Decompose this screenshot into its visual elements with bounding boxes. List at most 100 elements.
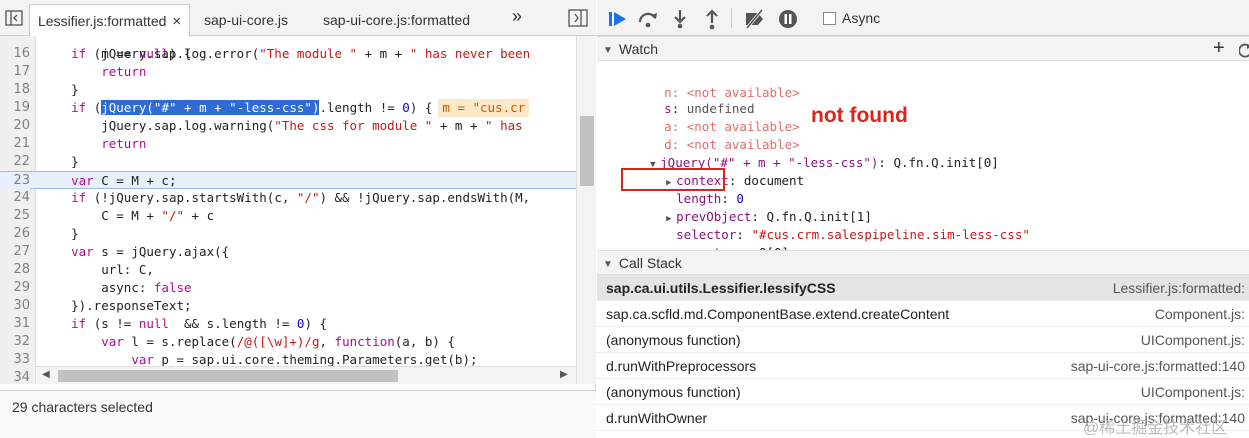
not-found-annotation: not found	[811, 104, 908, 127]
resume-icon[interactable]	[607, 8, 629, 30]
code-line: 26 }	[0, 225, 576, 243]
code-text: if (s != null && s.length != 0) {	[71, 316, 328, 331]
line-number[interactable]: 20	[0, 117, 30, 135]
checkbox-box[interactable]	[823, 12, 836, 25]
line-number[interactable]: 22	[0, 153, 30, 171]
line-number[interactable]: 23	[0, 172, 30, 190]
line-number[interactable]: 32	[0, 333, 30, 351]
frame-location[interactable]: Lessifier.js:formatted:	[1113, 275, 1245, 301]
call-frame[interactable]: d.runWithPreprocessors sap-ui-core.js:for…	[597, 353, 1249, 379]
tab-sap-ui-core[interactable]: sap-ui-core.js	[196, 4, 296, 36]
add-watch-icon[interactable]: +	[1213, 36, 1225, 60]
deactivate-breakpoints-icon[interactable]	[743, 8, 765, 30]
watch-item[interactable]: d: <not available>	[619, 118, 799, 152]
frame-location[interactable]: sap-ui-core.js:formatted:140	[1071, 353, 1245, 379]
frame-function: (anonymous function)	[606, 384, 741, 400]
watch-expression[interactable]: ▼ jQuery("#" + m + "-less-css"): Q.fn.Q.i…	[605, 136, 999, 170]
toolbar-divider	[731, 8, 732, 28]
tab-sap-ui-core-formatted[interactable]: sap-ui-core.js:formatted	[315, 4, 478, 36]
line-number[interactable]: 16	[0, 45, 30, 63]
watch-prop[interactable]: selector: "#cus.crm.salespipeline.sim-le…	[631, 208, 1030, 242]
code-text: async: false	[41, 280, 192, 295]
code-line: 21 return	[0, 135, 576, 153]
line-number[interactable]: 33	[0, 351, 30, 369]
code-line: 20 jQuery.sap.log.warning("The css for m…	[0, 117, 576, 135]
watch-title: Watch	[618, 41, 659, 57]
editor-tabbar: Lessifier.js:formatted × sap-ui-core.js s…	[0, 0, 596, 37]
code-line: 24 if (!jQuery.sap.startsWith(c, "/") &&…	[0, 189, 576, 207]
status-bar: 29 characters selected	[0, 390, 596, 438]
tab-label: sap-ui-core.js	[204, 12, 289, 28]
code-line: 23 var C = M + c;	[0, 171, 576, 190]
collapse-triangle-icon[interactable]: ▼	[603, 39, 613, 63]
code-line: 18 }	[0, 81, 576, 99]
tab-lessifier-formatted[interactable]: Lessifier.js:formatted ×	[29, 4, 191, 37]
step-into-icon[interactable]	[669, 8, 691, 30]
step-over-icon[interactable]	[637, 8, 659, 30]
pause-on-exceptions-icon[interactable]	[777, 8, 799, 30]
code-line: 19 if (jQuery("#" + m + "-less-css").len…	[0, 99, 576, 117]
watch-item[interactable]: a: <not available>	[619, 100, 799, 134]
prop-value: "#cus.crm.salespipeline.sim-less-css"	[751, 227, 1030, 242]
tab-label: sap-ui-core.js:formatted	[323, 12, 471, 28]
selection-status: 29 characters selected	[12, 399, 153, 415]
code-line: 31 if (s != null && s.length != 0) {	[0, 315, 576, 333]
call-frame[interactable]: (anonymous function) UIComponent.js:	[597, 327, 1249, 353]
toggle-navigator-icon[interactable]	[4, 8, 24, 28]
more-tabs-icon[interactable]: »	[512, 6, 522, 27]
tab-label: Lessifier.js:formatted	[38, 13, 167, 29]
frame-location[interactable]: Component.js:	[1155, 301, 1245, 327]
toggle-debugger-icon[interactable]	[568, 9, 588, 27]
async-checkbox[interactable]: Async	[823, 10, 880, 26]
line-number[interactable]: 26	[0, 225, 30, 243]
line-number[interactable]: 24	[0, 189, 30, 207]
code-text: url: C,	[41, 262, 154, 277]
horizontal-scrollbar[interactable]: ◀ ▶	[36, 366, 576, 384]
code-line: 22 }	[0, 153, 576, 171]
code-text: if (!jQuery.sap.startsWith(c, "/") && !j…	[71, 190, 531, 205]
line-number[interactable]: 25	[0, 207, 30, 225]
scrollbar-thumb[interactable]	[580, 116, 594, 186]
callstack-section-header[interactable]: ▼ Call Stack	[597, 250, 1249, 275]
watch-prop[interactable]: ▶__proto__: Q[0]	[621, 226, 789, 260]
line-number[interactable]: 17	[0, 63, 30, 81]
line-number[interactable]: 29	[0, 279, 30, 297]
scrollbar-thumb[interactable]	[58, 370, 398, 382]
line-number[interactable]: 19	[0, 99, 30, 117]
frame-function: (anonymous function)	[606, 332, 741, 348]
line-number[interactable]: 21	[0, 135, 30, 153]
line-number[interactable]: 31	[0, 315, 30, 333]
watch-item[interactable]: s: undefined	[619, 82, 754, 116]
sources-panel: Lessifier.js:formatted × sap-ui-core.js s…	[0, 0, 596, 438]
line-number[interactable]: 34	[0, 369, 30, 384]
code-text: }	[41, 154, 79, 169]
code-text: if (jQuery("#" + m + "-less-css").length…	[41, 99, 530, 117]
code-text: return	[101, 64, 147, 79]
scroll-left-icon[interactable]: ◀	[42, 369, 50, 380]
step-out-icon[interactable]	[701, 8, 723, 30]
collapse-triangle-icon[interactable]: ▼	[603, 253, 613, 277]
watch-prop[interactable]: ▶ prevObject: Q.fn.Q.init[1]	[621, 190, 872, 224]
length-highlight-box	[621, 168, 725, 191]
watch-section-header[interactable]: ▼ Watch +	[597, 36, 1249, 61]
call-frame[interactable]: (anonymous function) UIComponent.js:	[597, 379, 1249, 405]
close-icon[interactable]: ×	[172, 13, 181, 30]
prop-value: document	[743, 173, 805, 188]
code-text: }	[41, 226, 79, 241]
vertical-scrollbar[interactable]	[576, 36, 596, 384]
code-text: var s = jQuery.ajax({	[71, 244, 230, 259]
call-frame[interactable]: sap.ca.ui.utils.Lessifier.lessifyCSS Less…	[597, 275, 1249, 301]
line-number[interactable]: 30	[0, 297, 30, 315]
line-number[interactable]: 27	[0, 243, 30, 261]
code-editor[interactable]: if (m == null) { 16 jQuery.sap.log.error…	[0, 36, 596, 384]
code-text: var l = s.replace(/@([\w]+)/g, function(…	[101, 334, 455, 349]
call-frame[interactable]: sap.ca.scfld.md.ComponentBase.extend.cre…	[597, 301, 1249, 327]
frame-location[interactable]: UIComponent.js:	[1141, 379, 1245, 405]
scroll-right-icon[interactable]: ▶	[560, 369, 568, 380]
frame-location[interactable]: UIComponent.js:	[1141, 327, 1245, 353]
code-line: 30 }).responseText;	[0, 297, 576, 315]
frame-function: d.runWithPreprocessors	[606, 358, 757, 374]
line-number[interactable]: 28	[0, 261, 30, 279]
code-line: 16 jQuery.sap.log.error("The module " + …	[0, 45, 576, 63]
line-number[interactable]: 18	[0, 81, 30, 99]
